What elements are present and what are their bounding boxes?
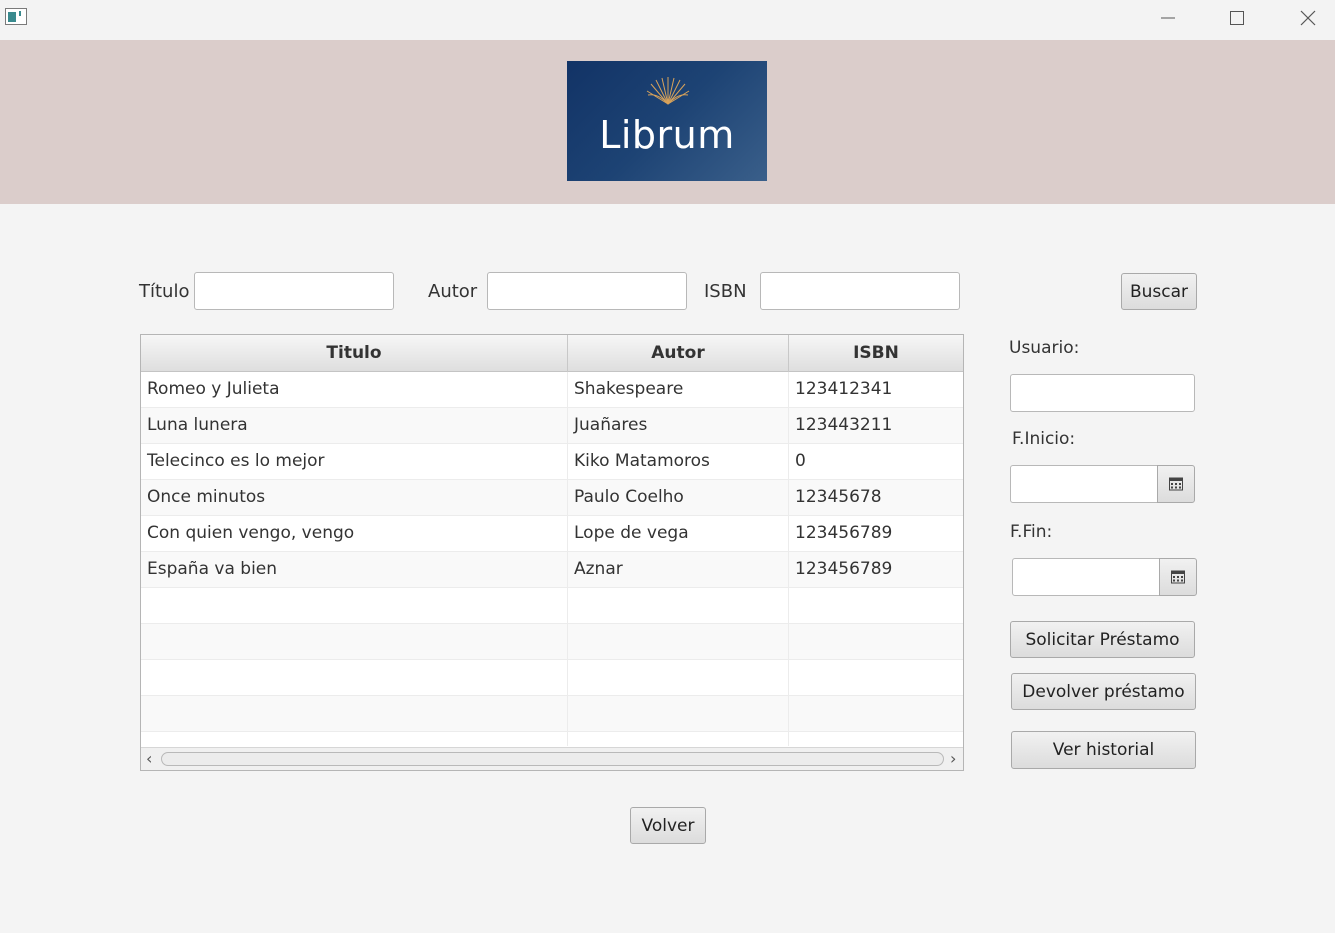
solicitar-prestamo-button[interactable]: Solicitar Préstamo — [1010, 621, 1195, 658]
empty-row — [141, 732, 963, 746]
fecha-fin-input[interactable] — [1012, 558, 1161, 596]
titulo-label: Título — [139, 281, 190, 302]
table-row[interactable]: Telecinco es lo mejor Kiko Matamoros 0 — [141, 444, 963, 480]
usuario-label: Usuario: — [1009, 338, 1080, 358]
app-icon — [5, 8, 27, 25]
cell-titulo: Once minutos — [141, 480, 568, 515]
calendar-icon — [1169, 477, 1183, 491]
titulo-search-input[interactable] — [194, 272, 394, 310]
table-body: Romeo y Julieta Shakespeare 123412341 Lu… — [141, 372, 963, 746]
minimize-button[interactable] — [1145, 0, 1191, 36]
cell-autor: Lope de vega — [568, 516, 789, 551]
table-row[interactable]: España va bien Aznar 123456789 — [141, 552, 963, 588]
empty-row — [141, 660, 963, 696]
books-table[interactable]: Titulo Autor ISBN Romeo y Julieta Shakes… — [140, 334, 964, 771]
fecha-inicio-label: F.Inicio: — [1012, 429, 1076, 449]
cell-autor: Paulo Coelho — [568, 480, 789, 515]
cell-autor: Juañares — [568, 408, 789, 443]
close-button[interactable] — [1285, 0, 1331, 36]
empty-row — [141, 624, 963, 660]
cell-isbn: 123456789 — [795, 523, 893, 543]
autor-label: Autor — [428, 281, 478, 302]
cell-titulo: Romeo y Julieta — [141, 372, 568, 407]
cell-titulo: Luna lunera — [141, 408, 568, 443]
fecha-inicio-calendar-button[interactable] — [1157, 465, 1195, 503]
cell-titulo: Con quien vengo, vengo — [141, 516, 568, 551]
cell-isbn: 123443211 — [795, 415, 893, 435]
autor-search-input[interactable] — [487, 272, 687, 310]
scroll-left-icon[interactable]: ‹ — [146, 751, 152, 767]
cell-autor: Aznar — [568, 552, 789, 587]
logo-text: Librum — [599, 113, 735, 157]
empty-row — [141, 588, 963, 624]
fecha-fin-label: F.Fin: — [1010, 522, 1053, 542]
column-header-autor[interactable]: Autor — [568, 335, 789, 372]
fecha-inicio-input[interactable] — [1010, 465, 1159, 503]
librum-logo: Librum — [567, 61, 767, 181]
isbn-label: ISBN — [704, 281, 747, 302]
table-header: Titulo Autor ISBN — [141, 335, 963, 372]
cell-titulo: España va bien — [141, 552, 568, 587]
cell-autor: Kiko Matamoros — [568, 444, 789, 479]
table-row[interactable]: Once minutos Paulo Coelho 12345678 — [141, 480, 963, 516]
cell-isbn: 123456789 — [795, 559, 893, 579]
column-header-titulo[interactable]: Titulo — [141, 335, 568, 372]
cell-isbn: 0 — [795, 451, 806, 471]
scrollbar-thumb[interactable] — [161, 752, 944, 766]
cell-isbn: 12345678 — [795, 487, 882, 507]
app-header: Librum — [0, 40, 1335, 204]
fecha-fin-calendar-button[interactable] — [1159, 558, 1197, 596]
maximize-icon — [1230, 11, 1244, 25]
table-row[interactable]: Romeo y Julieta Shakespeare 123412341 — [141, 372, 963, 408]
close-icon — [1300, 10, 1316, 26]
isbn-search-input[interactable] — [760, 272, 960, 310]
usuario-input[interactable] — [1010, 374, 1195, 412]
open-book-rays-icon — [646, 77, 690, 105]
maximize-button[interactable] — [1214, 0, 1260, 36]
cell-isbn: 123412341 — [795, 379, 893, 399]
devolver-prestamo-button[interactable]: Devolver préstamo — [1011, 673, 1196, 710]
scroll-right-icon[interactable]: › — [950, 751, 956, 767]
cell-titulo: Telecinco es lo mejor — [141, 444, 568, 479]
minimize-icon — [1161, 17, 1175, 19]
column-header-isbn[interactable]: ISBN — [789, 335, 963, 372]
ver-historial-button[interactable]: Ver historial — [1011, 731, 1196, 769]
table-row[interactable]: Con quien vengo, vengo Lope de vega 1234… — [141, 516, 963, 552]
calendar-icon — [1171, 570, 1185, 584]
window-titlebar — [0, 0, 1335, 40]
buscar-button[interactable]: Buscar — [1121, 273, 1197, 310]
table-row[interactable]: Luna lunera Juañares 123443211 — [141, 408, 963, 444]
volver-button[interactable]: Volver — [630, 807, 706, 844]
empty-row — [141, 696, 963, 732]
horizontal-scrollbar[interactable]: ‹ › — [141, 747, 963, 770]
cell-autor: Shakespeare — [568, 372, 789, 407]
